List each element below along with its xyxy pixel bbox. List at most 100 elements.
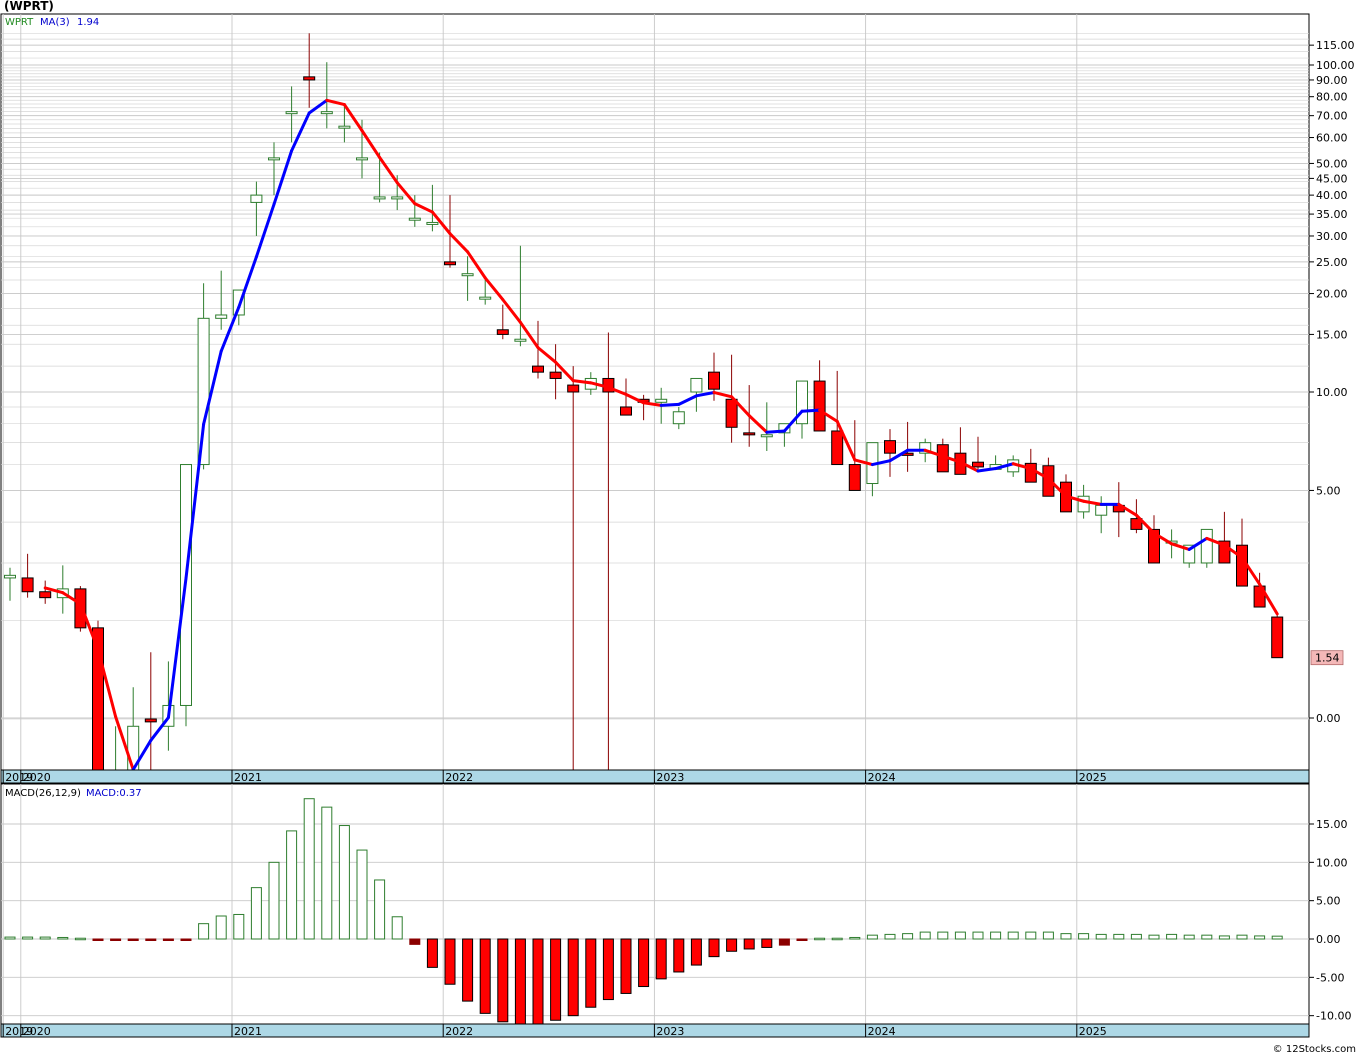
- macd-bar: [1254, 935, 1266, 940]
- candle-body: [743, 432, 756, 436]
- macd-bar: [990, 931, 1002, 940]
- macd-bar: [620, 938, 632, 994]
- price-tick-label: 40.00: [1316, 189, 1348, 202]
- price-tick-label: 50.00: [1316, 157, 1348, 170]
- macd-bar: [638, 938, 650, 988]
- price-x-axis-band: [0, 769, 1310, 784]
- macd-tick-label: 10.00: [1316, 856, 1348, 869]
- x-axis-label: 2024: [868, 1025, 896, 1038]
- candle-body: [532, 365, 544, 373]
- macd-tick-label: 0.00: [1316, 933, 1341, 946]
- macd-tick-label: 15.00: [1316, 818, 1348, 831]
- price-candle: [1271, 613, 1284, 659]
- x-axis-label: 2020: [23, 771, 51, 784]
- candle-body: [250, 194, 263, 203]
- price-tick-label: 100.00: [1316, 59, 1355, 72]
- candle-body: [197, 317, 210, 466]
- macd-bar: [1183, 934, 1195, 940]
- candle-body: [285, 111, 298, 115]
- price-tick-label: 115.00: [1316, 39, 1355, 52]
- candle-body: [1095, 504, 1108, 516]
- price-tick-label: 20.00: [1316, 288, 1348, 301]
- macd-bar: [972, 931, 984, 940]
- macd-bar: [1236, 934, 1248, 940]
- x-axis-label: 2025: [1079, 1025, 1107, 1038]
- candle-body: [356, 157, 368, 161]
- symbol-title: (WPRT): [4, 0, 54, 13]
- macd-bar: [74, 937, 86, 941]
- candle-body: [74, 588, 87, 629]
- candle-body: [620, 406, 632, 416]
- macd-bar: [690, 938, 702, 966]
- macd-bar: [426, 938, 438, 968]
- candle-body: [725, 398, 738, 428]
- macd-bar: [57, 936, 69, 940]
- macd-bar: [1201, 934, 1213, 940]
- price-tick-label: 45.00: [1316, 172, 1348, 185]
- candle-body: [4, 574, 16, 579]
- candle-body: [215, 314, 228, 319]
- price-tick-label: 60.00: [1316, 132, 1348, 145]
- price-candle: [180, 464, 192, 727]
- macd-bar: [356, 849, 368, 940]
- macd-bar: [1060, 933, 1072, 940]
- candle-body: [972, 461, 984, 468]
- macd-bar: [391, 916, 403, 940]
- candle-body: [444, 261, 456, 266]
- macd-bar: [338, 825, 350, 940]
- macd-bar: [655, 938, 667, 980]
- candle-body: [1200, 528, 1213, 564]
- price-tick-label: 30.00: [1316, 230, 1348, 243]
- macd-bar: [954, 931, 966, 940]
- macd-bar: [708, 938, 720, 958]
- macd-bar: [532, 938, 544, 1025]
- macd-bar: [919, 931, 931, 940]
- macd-bar: [884, 933, 896, 940]
- macd-bar: [902, 933, 914, 940]
- candle-body: [268, 157, 280, 161]
- macd-bar: [198, 923, 210, 940]
- price-candle: [74, 586, 87, 632]
- macd-bar: [1095, 933, 1107, 940]
- macd-legend-value: MACD:0.37: [86, 788, 142, 799]
- macd-panel: 15.00 10.00 5.00 0.00 -5.00 -10.00 MACD(26,12,…: [0, 783, 1351, 1038]
- macd-bar: [796, 938, 808, 941]
- candle-body: [1271, 616, 1284, 659]
- macd-bar: [409, 938, 421, 945]
- candle-body: [848, 464, 861, 491]
- candle-body: [408, 217, 421, 221]
- price-tick-label: 10.00: [1316, 386, 1348, 399]
- candle-body: [567, 384, 580, 393]
- candle-body: [831, 430, 844, 466]
- macd-bar: [162, 938, 174, 941]
- macd-x-axis-band: [0, 1023, 1310, 1038]
- candle-body: [373, 196, 386, 200]
- candle-body: [690, 377, 703, 393]
- candle-body: [479, 296, 492, 300]
- macd-tick-label: -5.00: [1316, 971, 1344, 984]
- price-tick-label: 80.00: [1316, 91, 1348, 104]
- macd-plot-area: [0, 783, 1310, 1025]
- macd-bar: [215, 915, 227, 940]
- macd-bar: [673, 938, 685, 973]
- macd-tick-label: 5.00: [1316, 895, 1341, 908]
- macd-bar: [286, 830, 298, 940]
- macd-bar: [814, 937, 826, 941]
- candle-body: [320, 111, 333, 115]
- price-tick-label: 35.00: [1316, 208, 1348, 221]
- candle-body: [1077, 495, 1090, 513]
- macd-bar: [479, 938, 491, 1014]
- x-axis-label: 2020: [23, 1025, 51, 1038]
- candle-body: [496, 329, 509, 335]
- ma-line-segment: [765, 429, 786, 434]
- x-axis-label: 2024: [868, 771, 896, 784]
- price-tick-label: 25.00: [1316, 256, 1348, 269]
- macd-bar: [4, 936, 16, 940]
- x-axis-label: 2022: [445, 771, 473, 784]
- macd-bar: [1218, 935, 1230, 940]
- macd-bar: [1078, 933, 1090, 940]
- candle-body: [884, 440, 896, 454]
- macd-bar: [761, 938, 773, 948]
- price-tick-label: 90.00: [1316, 74, 1348, 87]
- candle-body: [303, 76, 316, 81]
